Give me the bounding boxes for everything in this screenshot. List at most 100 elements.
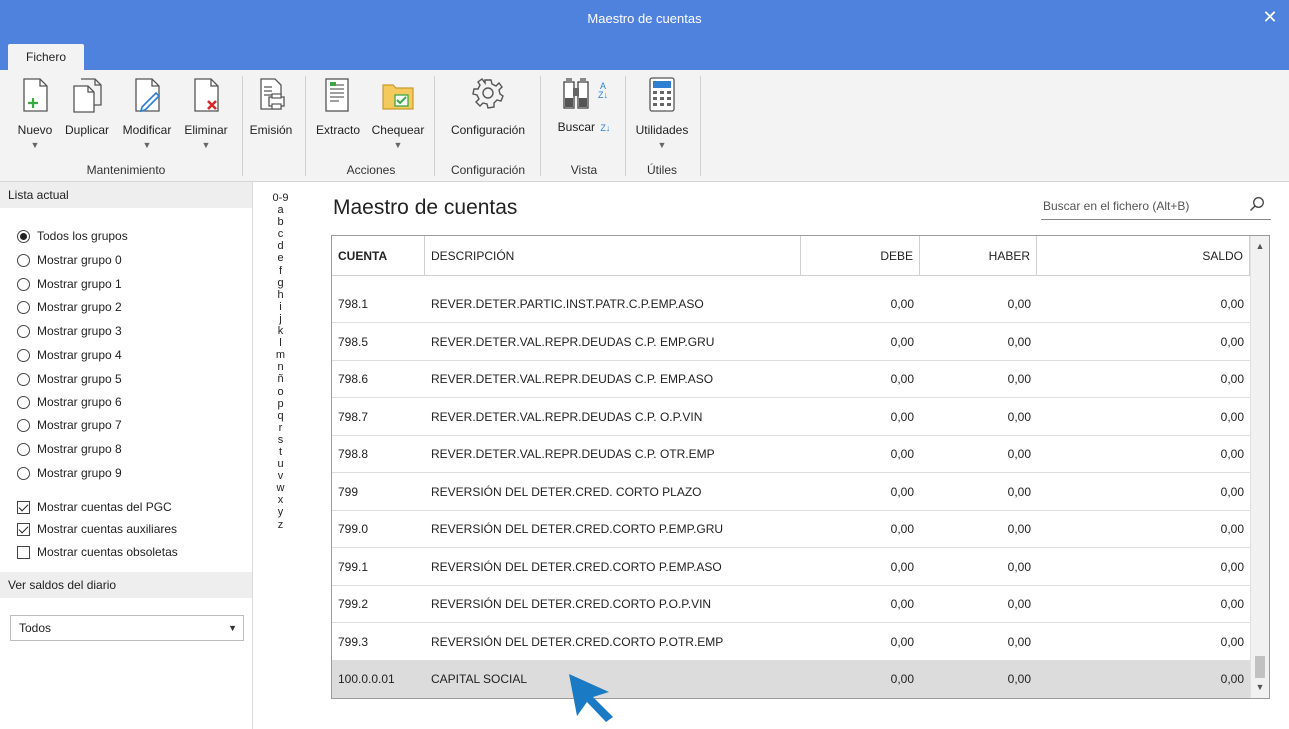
alpha-index-letter[interactable]: e xyxy=(253,252,308,264)
alpha-index-letter[interactable]: m xyxy=(253,349,308,361)
alpha-index-letter[interactable]: j xyxy=(253,313,308,325)
alpha-index-letter[interactable]: s xyxy=(253,434,308,446)
modificar-button[interactable]: Modificar ▼ xyxy=(117,76,177,150)
table-row-selected[interactable]: 100.0.0.01 CAPITAL SOCIAL 0,00 0,00 0,00 xyxy=(332,661,1250,698)
table-row[interactable]: 799 REVERSIÓN DEL DETER.CRED. CORTO PLAZO… xyxy=(332,474,1250,511)
search-input[interactable]: Buscar en el fichero (Alt+B) xyxy=(1043,199,1189,213)
alpha-index-letter[interactable]: k xyxy=(253,325,308,337)
alpha-index-letter[interactable]: i xyxy=(253,301,308,313)
vertical-scrollbar[interactable]: ▲ ▼ xyxy=(1250,236,1269,698)
table-row[interactable]: 798.8 REVER.DETER.VAL.REPR.DEUDAS C.P. OT… xyxy=(332,436,1250,473)
radio-button[interactable] xyxy=(17,300,30,314)
nuevo-button[interactable]: Nuevo ▼ xyxy=(12,76,58,150)
table-row[interactable]: 798.1 REVER.DETER.PARTIC.INST.PATR.C.P.EM… xyxy=(332,286,1250,323)
radio-button[interactable] xyxy=(17,277,30,291)
buscar-button[interactable]: A Z↓ Buscar Z↓ xyxy=(545,76,623,134)
alpha-index-letter[interactable]: ñ xyxy=(253,373,308,385)
alpha-index-letter[interactable]: z xyxy=(253,519,308,531)
table-row[interactable]: 798.7 REVER.DETER.VAL.REPR.DEUDAS C.P. O.… xyxy=(332,399,1250,436)
scroll-up-icon[interactable]: ▲ xyxy=(1251,238,1269,255)
scroll-thumb[interactable] xyxy=(1255,656,1265,678)
radio-grupo-1[interactable]: Mostrar grupo 1 xyxy=(17,275,122,293)
table-row[interactable]: 799.1 REVERSIÓN DEL DETER.CRED.CORTO P.EM… xyxy=(332,549,1250,586)
alpha-index-letter[interactable]: u xyxy=(253,458,308,470)
alpha-index-letter[interactable]: c xyxy=(253,228,308,240)
radio-button[interactable] xyxy=(17,372,30,386)
radio-button[interactable] xyxy=(17,348,30,362)
radio-grupo-5[interactable]: Mostrar grupo 5 xyxy=(17,370,122,388)
tab-fichero[interactable]: Fichero xyxy=(8,44,84,70)
alpha-index-letter[interactable]: r xyxy=(253,422,308,434)
alpha-index-letter[interactable]: d xyxy=(253,240,308,252)
alpha-index-letter[interactable]: t xyxy=(253,446,308,458)
table-row[interactable]: 798.6 REVER.DETER.VAL.REPR.DEUDAS C.P. EM… xyxy=(332,361,1250,398)
cell-cuenta: 799 xyxy=(338,484,359,499)
search-box[interactable]: Buscar en el fichero (Alt+B) xyxy=(1041,192,1271,220)
emision-button[interactable]: Emisión xyxy=(245,76,297,137)
column-debe[interactable]: DEBE xyxy=(801,236,920,276)
table-row[interactable]: 799.0 REVERSIÓN DEL DETER.CRED.CORTO P.EM… xyxy=(332,511,1250,548)
radio-grupo-0[interactable]: Mostrar grupo 0 xyxy=(17,251,122,269)
radio-button[interactable] xyxy=(17,229,30,243)
alpha-index-letter[interactable]: a xyxy=(253,204,308,216)
cell-saldo: 0,00 xyxy=(1220,484,1244,499)
radio-grupo-4[interactable]: Mostrar grupo 4 xyxy=(17,346,122,364)
radio-grupo-3[interactable]: Mostrar grupo 3 xyxy=(17,322,122,340)
sort-za-icon[interactable]: Z↓ xyxy=(600,123,610,133)
extracto-button[interactable]: Extracto xyxy=(311,76,365,137)
alpha-index-letter[interactable]: g xyxy=(253,277,308,289)
alpha-index-letter[interactable]: v xyxy=(253,470,308,482)
utilidades-button[interactable]: Utilidades ▼ xyxy=(628,76,696,150)
alpha-index-letter[interactable]: o xyxy=(253,386,308,398)
radio-todos-grupos[interactable]: Todos los grupos xyxy=(17,227,128,245)
chequear-button[interactable]: Chequear ▼ xyxy=(367,76,429,150)
checkbox[interactable] xyxy=(17,545,30,559)
column-haber[interactable]: HABER xyxy=(920,236,1037,276)
alpha-index-letter[interactable]: f xyxy=(253,265,308,277)
radio-button[interactable] xyxy=(17,324,30,338)
alpha-index-letter[interactable]: b xyxy=(253,216,308,228)
saldos-dropdown[interactable]: Todos ▼ xyxy=(10,615,244,641)
cell-debe: 0,00 xyxy=(890,559,914,574)
radio-button[interactable] xyxy=(17,253,30,267)
alpha-index-letter[interactable]: p xyxy=(253,398,308,410)
table-row[interactable]: 798.5 REVER.DETER.VAL.REPR.DEUDAS C.P. EM… xyxy=(332,324,1250,361)
cell-debe: 0,00 xyxy=(890,522,914,536)
radio-button[interactable] xyxy=(17,395,30,409)
alpha-index-letter[interactable]: n xyxy=(253,361,308,373)
column-cuenta[interactable]: CUENTA xyxy=(332,236,425,276)
radio-button[interactable] xyxy=(17,466,30,480)
alpha-index-letter[interactable]: h xyxy=(253,289,308,301)
table-row[interactable]: 799.2 REVERSIÓN DEL DETER.CRED.CORTO P.O.… xyxy=(332,586,1250,623)
alpha-index-letter[interactable]: 0-9 xyxy=(253,192,308,204)
radio-grupo-8[interactable]: Mostrar grupo 8 xyxy=(17,440,122,458)
alpha-index-letter[interactable]: l xyxy=(253,337,308,349)
eliminar-button[interactable]: Eliminar ▼ xyxy=(180,76,232,150)
configuracion-button[interactable]: Configuración xyxy=(440,76,536,137)
radio-grupo-9[interactable]: Mostrar grupo 9 xyxy=(17,464,122,482)
radio-grupo-6[interactable]: Mostrar grupo 6 xyxy=(17,393,122,411)
alpha-index-letter[interactable]: y xyxy=(253,506,308,518)
column-descripcion[interactable]: DESCRIPCIÓN xyxy=(425,236,801,276)
checkbox-cuentas-obsoletas[interactable]: Mostrar cuentas obsoletas xyxy=(17,543,178,561)
sort-az-icon[interactable]: A Z↓ xyxy=(598,82,608,100)
checkbox[interactable] xyxy=(17,500,30,514)
radio-grupo-2[interactable]: Mostrar grupo 2 xyxy=(17,298,122,316)
radio-button[interactable] xyxy=(17,442,30,456)
checkbox[interactable] xyxy=(17,522,30,536)
alpha-index-letter[interactable]: q xyxy=(253,410,308,422)
checkbox-cuentas-pgc[interactable]: Mostrar cuentas del PGC xyxy=(17,498,172,516)
radio-grupo-7[interactable]: Mostrar grupo 7 xyxy=(17,416,122,434)
alpha-index-letter[interactable]: w xyxy=(253,482,308,494)
calculator-icon xyxy=(649,77,675,112)
scroll-down-icon[interactable]: ▼ xyxy=(1251,679,1269,696)
alpha-index-letter[interactable]: x xyxy=(253,494,308,506)
column-saldo[interactable]: SALDO xyxy=(1037,236,1250,276)
table-row[interactable]: 799.3 REVERSIÓN DEL DETER.CRED.CORTO P.OT… xyxy=(332,624,1250,661)
chevron-down-icon: ▼ xyxy=(228,623,237,633)
duplicar-button[interactable]: Duplicar xyxy=(60,76,114,137)
search-icon[interactable] xyxy=(1249,196,1265,212)
close-icon[interactable]: ✕ xyxy=(1259,6,1281,28)
radio-button[interactable] xyxy=(17,418,30,432)
checkbox-cuentas-auxiliares[interactable]: Mostrar cuentas auxiliares xyxy=(17,520,177,538)
